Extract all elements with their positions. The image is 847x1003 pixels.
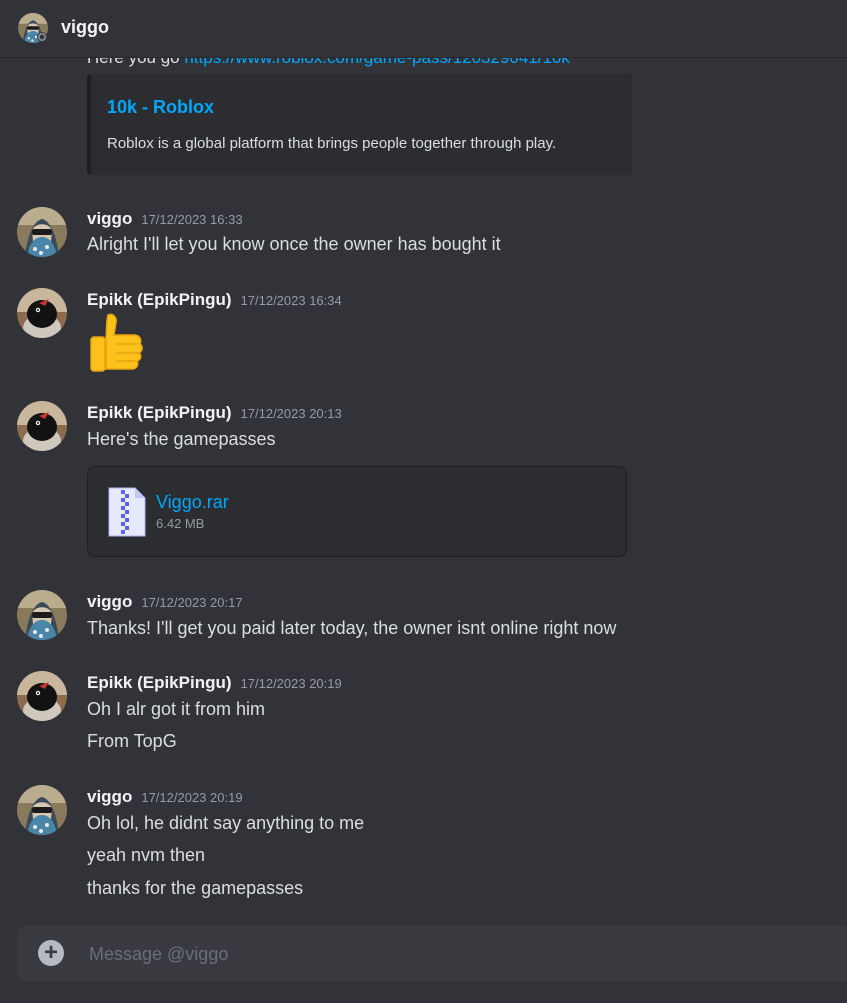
message-text: Alright I'll let you know once the owner… — [87, 234, 501, 254]
message-text: thanks for the gamepasses — [87, 878, 304, 898]
username[interactable]: viggo — [87, 787, 132, 806]
message-text: Oh lol, he didnt say anything to me — [87, 813, 365, 833]
message-text: Oh I alr got it from him — [87, 699, 266, 719]
username[interactable]: Epikk (EpikPingu) — [87, 673, 232, 692]
avatar[interactable] — [17, 590, 67, 640]
embed-title[interactable]: 10k - Roblox — [107, 97, 214, 118]
message-text: Thanks! I'll get you paid later today, t… — [87, 618, 617, 638]
avatar[interactable] — [17, 785, 67, 835]
link-embed: 10k - Roblox Roblox is a global platform… — [87, 74, 632, 175]
timestamp: 17/12/2023 16:34 — [240, 293, 342, 308]
message-header: viggo 17/12/2023 20:17 — [87, 592, 243, 612]
message-list[interactable]: Here you go https://www.roblox.com/game-… — [0, 0, 847, 1003]
channel-header: viggo — [0, 0, 847, 58]
timestamp: 17/12/2023 20:19 — [141, 790, 243, 805]
file-size: 6.42 MB — [156, 516, 205, 531]
message-text: yeah nvm then — [87, 845, 206, 865]
message-header: viggo 17/12/2023 20:19 — [87, 787, 243, 807]
file-name-link[interactable]: Viggo.rar — [156, 492, 229, 513]
archive-file-icon — [108, 487, 146, 537]
message-header: Epikk (EpikPingu) 17/12/2023 16:34 — [87, 290, 342, 310]
thumbs-up-icon — [90, 313, 143, 372]
message-header: viggo 17/12/2023 16:33 — [87, 209, 243, 229]
timestamp: 17/12/2023 20:13 — [240, 406, 342, 421]
message-header: Epikk (EpikPingu) 17/12/2023 20:19 — [87, 673, 342, 693]
username[interactable]: viggo — [87, 592, 132, 611]
message-composer: + — [17, 926, 847, 981]
file-attachment[interactable]: Viggo.rar 6.42 MB — [87, 466, 627, 557]
avatar[interactable] — [17, 671, 67, 721]
avatar[interactable] — [17, 288, 67, 338]
message-header: Epikk (EpikPingu) 17/12/2023 20:13 — [87, 403, 342, 423]
plus-circle-icon[interactable]: + — [38, 940, 64, 966]
message-input[interactable] — [87, 938, 791, 970]
channel-title: viggo — [61, 17, 109, 37]
message-text: Here's the gamepasses — [87, 429, 276, 449]
username[interactable]: viggo — [87, 209, 132, 228]
timestamp: 17/12/2023 16:33 — [141, 212, 243, 227]
message-text: From TopG — [87, 731, 177, 751]
timestamp: 17/12/2023 20:17 — [141, 595, 243, 610]
username[interactable]: Epikk (EpikPingu) — [87, 290, 232, 309]
username[interactable]: Epikk (EpikPingu) — [87, 403, 232, 422]
avatar[interactable] — [17, 401, 67, 451]
timestamp: 17/12/2023 20:19 — [240, 676, 342, 691]
avatar[interactable] — [17, 207, 67, 257]
embed-description: Roblox is a global platform that brings … — [107, 135, 557, 152]
header-avatar[interactable] — [18, 13, 48, 43]
